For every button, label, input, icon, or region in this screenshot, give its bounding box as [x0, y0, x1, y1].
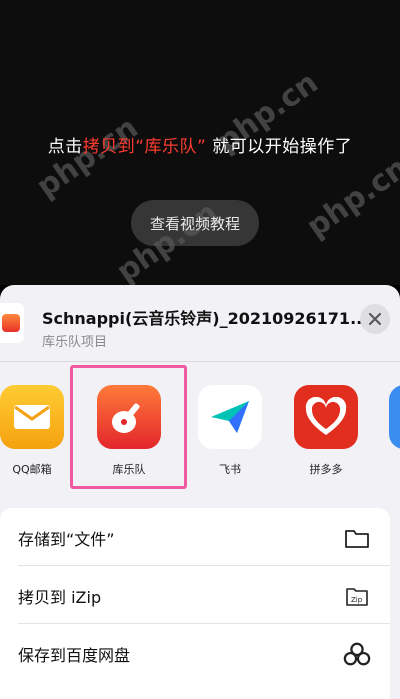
- watermark: php.cn: [300, 150, 400, 245]
- selection-highlight: [70, 365, 187, 489]
- instruction-text: 点击拷贝到“库乐队” 就可以开始操作了: [0, 132, 400, 157]
- svg-text:Zip: Zip: [351, 596, 363, 604]
- header-divider: [0, 361, 400, 362]
- app-label: QQ邮箱: [12, 463, 52, 476]
- action-label: 拷贝到 iZip: [18, 588, 102, 607]
- app-label: 拼多多: [309, 463, 343, 476]
- app-qq-mail[interactable]: QQ邮箱: [0, 385, 67, 477]
- paper-plane-icon: [198, 385, 262, 449]
- cloud-icon: [343, 640, 371, 668]
- close-icon: [369, 313, 381, 325]
- action-group: 存储到“文件” 拷贝到 iZip Zip 保存到百度网盘: [0, 508, 390, 699]
- app-feishu[interactable]: 飞书: [195, 385, 265, 477]
- zip-icon: Zip: [343, 582, 371, 610]
- share-sheet: Schnappi(云音乐铃声)_20210926171... 库乐队项目 QQ邮…: [0, 285, 400, 699]
- app-row: QQ邮箱 库乐队 飞书 拼多多: [0, 375, 400, 485]
- app-label: 飞书: [219, 463, 241, 476]
- action-save-to-files[interactable]: 存储到“文件”: [0, 508, 390, 566]
- file-subtitle: 库乐队项目: [42, 335, 108, 350]
- pinduoduo-icon: [294, 385, 358, 449]
- app-icon-partial: [389, 385, 400, 449]
- share-sheet-header: Schnappi(云音乐铃声)_20210926171... 库乐队项目: [0, 285, 400, 355]
- instruction-highlight: 拷贝到“库乐队”: [82, 137, 207, 157]
- garageband-mini-icon: [2, 314, 20, 332]
- watch-video-tutorial-button[interactable]: 查看视频教程: [131, 200, 259, 246]
- instruction-suffix: 就可以开始操作了: [212, 137, 353, 157]
- app-pinduoduo[interactable]: 拼多多: [291, 385, 361, 477]
- action-copy-to-izip[interactable]: 拷贝到 iZip Zip: [0, 566, 390, 624]
- close-button[interactable]: [360, 304, 390, 334]
- instruction-prefix: 点击: [47, 137, 83, 157]
- action-label: 存储到“文件”: [18, 530, 115, 549]
- file-thumbnail: [0, 303, 24, 343]
- app-partial[interactable]: [386, 385, 400, 449]
- file-title: Schnappi(云音乐铃声)_20210926171...: [42, 309, 369, 328]
- mail-icon: [0, 385, 64, 449]
- video-area: php.cn php.cn php.cn php.cn 点击拷贝到“库乐队” 就…: [0, 0, 400, 290]
- action-label: 保存到百度网盘: [18, 646, 131, 665]
- watermark: php.cn: [30, 110, 145, 205]
- action-save-to-baidu-netdisk[interactable]: 保存到百度网盘: [0, 624, 390, 682]
- folder-icon: [343, 524, 371, 552]
